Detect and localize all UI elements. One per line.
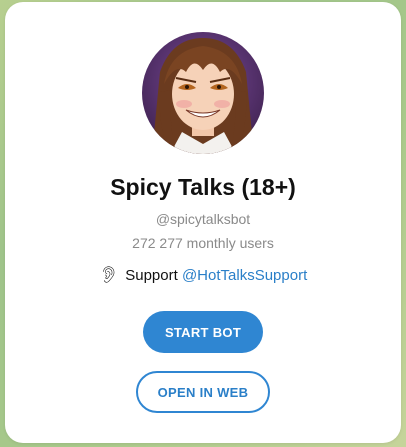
open-in-web-button[interactable]: OPEN IN WEB — [136, 371, 270, 413]
bot-title: Spicy Talks (18+) — [110, 174, 296, 200]
ear-icon: 👂︎ — [98, 267, 120, 284]
support-link[interactable]: @HotTalksSupport — [182, 267, 307, 284]
support-line: 👂︎ Support @HotTalksSupport — [5, 265, 401, 285]
monthly-users-count: 272 277 monthly users — [132, 235, 274, 251]
support-label: Support — [125, 267, 178, 284]
bot-avatar — [142, 32, 264, 154]
start-bot-button[interactable]: START BOT — [143, 311, 263, 353]
bot-username[interactable]: @spicytalksbot — [5, 211, 401, 227]
bot-profile-card: Spicy Talks (18+) @spicytalksbot 272 277… — [5, 2, 401, 443]
